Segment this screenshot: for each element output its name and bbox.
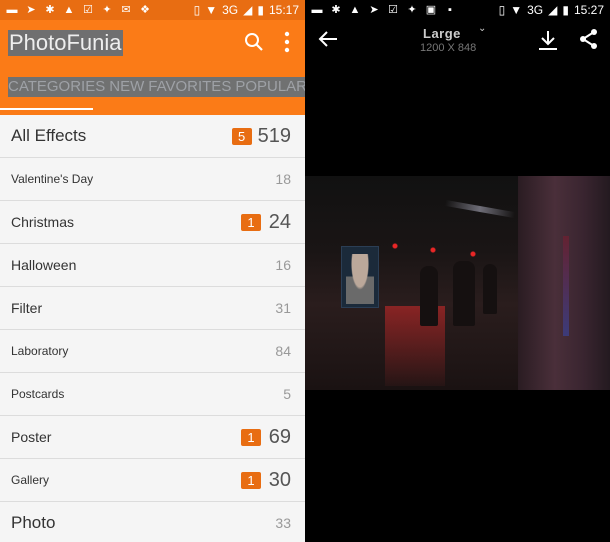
category-row-halloween[interactable]: Halloween 16 — [0, 244, 305, 287]
portrait — [346, 254, 374, 304]
category-row-postcards[interactable]: Postcards 5 — [0, 373, 305, 416]
category-row-poster[interactable]: Poster 1 69 — [0, 416, 305, 459]
pedestrian — [420, 266, 438, 326]
category-label: Christmas — [11, 214, 75, 230]
viewer-toolbar: Large ⌄ 1200 X 848 — [305, 20, 610, 65]
photofunia-screen: ▬ ➤ ✱ ▲ ☑ ✦ ✉ ❖ ▯ ▼ 3G ◢ ▮ 15:17 PhotoFu… — [0, 0, 305, 542]
category-label: Filter — [11, 300, 43, 316]
building-wall — [518, 176, 610, 390]
category-count: 84 — [275, 343, 291, 359]
pedestrian — [453, 261, 475, 326]
category-row-laboratory[interactable]: Laboratory 84 — [0, 330, 305, 373]
app-title: PhotoFunia — [8, 30, 123, 56]
message-icon: ▬ — [6, 4, 18, 16]
category-label: Halloween — [11, 257, 77, 273]
status-bar: ▬ ✱ ▲ ➤ ☑ ✦ ▣ ▪ ▯ ▼ 3G ◢ ▮ 15:27 — [305, 0, 610, 20]
chevron-down-icon[interactable]: ⌄ — [478, 23, 486, 34]
category-label: Valentine's Day — [11, 172, 94, 186]
signal-icon: ◢ — [243, 3, 253, 17]
street-light — [445, 199, 515, 219]
image-icon: ▪ — [448, 4, 452, 16]
chat-icon: ▣ — [425, 4, 437, 16]
category-list: All Effects 5 519 Valentine's Day 18 Chr… — [0, 115, 305, 542]
tab-favorites[interactable]: FAVORITES — [148, 77, 235, 97]
clock: 15:27 — [573, 3, 604, 17]
checkbox-icon: ☑ — [388, 4, 398, 16]
category-label: Postcards — [11, 387, 65, 401]
category-count: 69 — [268, 425, 291, 448]
dropbox-icon: ❖ — [140, 4, 150, 16]
category-label: Photo — [11, 513, 56, 532]
new-count-badge: 1 — [241, 213, 261, 231]
new-count-badge: 1 — [241, 428, 261, 446]
category-count: 31 — [275, 300, 291, 316]
category-count: 30 — [268, 468, 291, 491]
clock: 15:17 — [268, 3, 299, 17]
more-options-icon[interactable] — [282, 30, 292, 54]
octopus-icon: ✱ — [331, 4, 341, 16]
image-dimensions: 1200 X 848 — [420, 42, 477, 54]
twitter-icon: ✦ — [407, 4, 417, 16]
telegram-icon: ➤ — [369, 4, 379, 16]
category-count: 519 — [257, 124, 291, 147]
download-icon[interactable] — [537, 28, 559, 52]
category-count: 24 — [268, 210, 291, 233]
image-size-selector[interactable]: Large — [423, 26, 461, 41]
new-count-badge: 1 — [241, 471, 261, 489]
wifi-icon: ▼ — [205, 3, 218, 17]
tab-popular[interactable]: POPULAR — [235, 77, 305, 97]
active-tab-indicator — [0, 108, 93, 110]
category-row-all-effects[interactable]: All Effects 5 519 — [0, 115, 305, 158]
share-icon[interactable] — [579, 28, 599, 50]
telegram-icon: ➤ — [26, 4, 36, 16]
category-label: Gallery — [11, 473, 50, 487]
tab-new[interactable]: NEW — [109, 77, 148, 97]
wifi-icon: ▼ — [510, 3, 523, 17]
category-label: All Effects — [11, 126, 87, 145]
category-row-christmas[interactable]: Christmas 1 24 — [0, 201, 305, 244]
new-count-badge: 5 — [231, 127, 252, 145]
category-count: 5 — [283, 386, 291, 402]
tab-bar: CATEGORIES NEW FAVORITES POPULAR — [8, 77, 305, 97]
category-row-photo[interactable]: Photo 33 — [0, 502, 305, 542]
tab-categories[interactable]: CATEGORIES — [8, 77, 109, 97]
search-icon[interactable] — [244, 32, 264, 52]
category-row-filter[interactable]: Filter 31 — [0, 287, 305, 330]
twitter-icon: ✦ — [102, 4, 112, 16]
battery-icon: ▮ — [562, 3, 569, 17]
checkbox-icon: ☑ — [83, 4, 93, 16]
battery-icon: ▮ — [257, 3, 264, 17]
network-type: 3G — [222, 3, 239, 17]
gmail-icon: ✉ — [121, 4, 131, 16]
photo-icon: ▲ — [349, 4, 361, 16]
category-count: 16 — [275, 257, 291, 273]
category-count: 33 — [275, 515, 291, 531]
image-viewer-screen: ▬ ✱ ▲ ➤ ☑ ✦ ▣ ▪ ▯ ▼ 3G ◢ ▮ 15:27 Large ⌄… — [305, 0, 610, 542]
octopus-icon: ✱ — [45, 4, 55, 16]
signal-icon: ◢ — [548, 3, 558, 17]
preview-image[interactable] — [305, 176, 610, 390]
category-label: Poster — [11, 429, 52, 445]
app-bar: PhotoFunia CATEGORIES NEW FAVORITES POPU… — [0, 20, 305, 115]
status-bar: ▬ ➤ ✱ ▲ ☑ ✦ ✉ ❖ ▯ ▼ 3G ◢ ▮ 15:17 — [0, 0, 305, 20]
category-row-valentines-day[interactable]: Valentine's Day 18 — [0, 158, 305, 201]
category-row-gallery[interactable]: Gallery 1 30 — [0, 459, 305, 502]
network-type: 3G — [527, 3, 544, 17]
back-arrow-icon[interactable] — [317, 28, 339, 50]
photo-icon: ▲ — [63, 4, 75, 16]
category-label: Laboratory — [11, 344, 69, 358]
vibrate-icon: ▯ — [193, 3, 201, 17]
vibrate-icon: ▯ — [498, 3, 506, 17]
message-icon: ▬ — [311, 4, 323, 16]
category-count: 18 — [275, 171, 291, 187]
pedestrian — [483, 264, 497, 314]
